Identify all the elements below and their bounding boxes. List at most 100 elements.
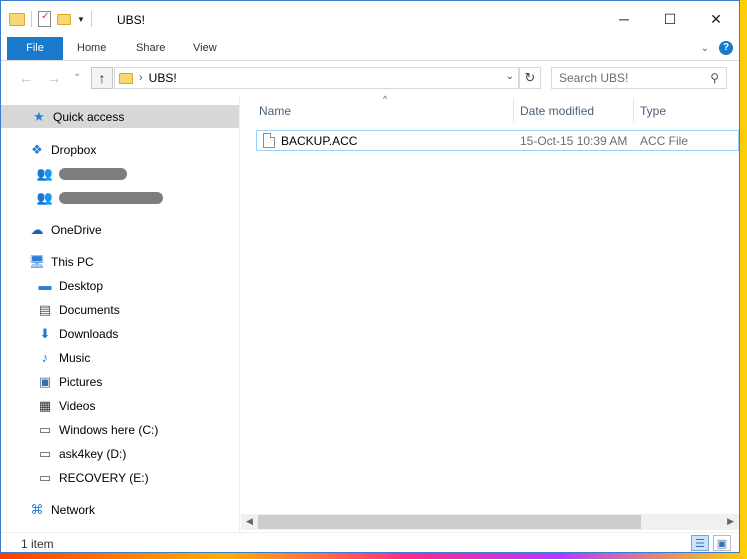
- sidebar-item-label: Pictures: [59, 374, 103, 389]
- column-header-name[interactable]: Name: [259, 104, 291, 118]
- quick-access-toolbar: ▼: [9, 11, 92, 27]
- file-name[interactable]: BACKUP.ACC: [281, 134, 521, 148]
- dropbox-icon: ❖: [31, 141, 43, 157]
- drive-icon: ▭: [38, 421, 52, 437]
- music-icon: ♪: [41, 350, 49, 365]
- recent-locations-icon[interactable]: ⌄: [73, 68, 81, 79]
- view-buttons: ☰ ▣: [691, 535, 731, 551]
- ribbon-right-controls: ⌄ ?: [701, 41, 733, 55]
- sidebar-item-label: Quick access: [53, 109, 125, 124]
- network-icon: ⌘: [30, 501, 44, 517]
- sidebar-item-this-pc[interactable]: 🖥 This PC: [1, 250, 239, 273]
- sidebar-item-quick-access[interactable]: ★ Quick access: [1, 105, 239, 128]
- sidebar-item-label: Dropbox: [51, 142, 97, 157]
- customize-toolbar-icon[interactable]: ▼: [77, 15, 85, 24]
- star-icon: ★: [33, 108, 45, 124]
- sidebar-item-label: ask4key (D:): [59, 446, 127, 461]
- sidebar-item-onedrive[interactable]: ☁ OneDrive: [1, 218, 239, 241]
- sidebar-item-label: Network: [51, 502, 96, 517]
- sidebar-item-label: Documents: [59, 302, 120, 317]
- sidebar-item-label: Videos: [59, 398, 96, 413]
- sidebar-item-shared-2[interactable]: 👥: [1, 186, 239, 209]
- sidebar-item-dropbox[interactable]: ❖ Dropbox: [1, 138, 239, 161]
- search-box[interactable]: ⚲: [551, 67, 727, 89]
- title-bar: ▼ UBS! ─ ☐ ✕: [1, 1, 739, 37]
- toolbar-separator: [90, 11, 92, 27]
- sidebar-item-label: RECOVERY (E:): [59, 470, 149, 485]
- up-arrow-icon[interactable]: ↑: [91, 67, 113, 89]
- folder-icon: [9, 12, 25, 26]
- file-icon: [263, 133, 275, 148]
- tab-view[interactable]: View: [181, 37, 229, 60]
- sidebar-item-label: OneDrive: [51, 222, 102, 237]
- sidebar-item-drive-d[interactable]: ▭ ask4key (D:): [1, 442, 239, 465]
- folder-icon: [119, 72, 133, 84]
- sidebar-item-downloads[interactable]: ⬇ Downloads: [1, 322, 239, 345]
- new-folder-icon[interactable]: [57, 13, 71, 25]
- large-icons-view-icon[interactable]: ▣: [713, 535, 731, 551]
- ribbon-tabs: File Home Share View ⌄ ?: [1, 37, 739, 61]
- column-header-date[interactable]: Date modified: [520, 104, 594, 118]
- tab-file[interactable]: File: [7, 37, 63, 60]
- sidebar-item-pictures[interactable]: ▣ Pictures: [1, 370, 239, 393]
- sidebar-item-music[interactable]: ♪ Music: [1, 346, 239, 369]
- pictures-icon: ▣: [38, 373, 52, 389]
- sort-up-icon: ^: [383, 94, 388, 104]
- sidebar-item-label: Downloads: [59, 326, 119, 341]
- horizontal-scrollbar[interactable]: ◀ ▶: [241, 514, 739, 530]
- pane-divider[interactable]: [239, 97, 240, 532]
- details-view-icon[interactable]: ☰: [691, 535, 709, 551]
- sidebar-item-desktop[interactable]: ▬ Desktop: [1, 274, 239, 297]
- back-arrow-icon[interactable]: ←: [19, 70, 33, 86]
- breadcrumb[interactable]: UBS!: [149, 71, 177, 85]
- sidebar-item-network[interactable]: ⌘ Network: [1, 498, 239, 521]
- chevron-down-icon[interactable]: ⌄: [701, 43, 709, 54]
- shared-folder-icon: 👥: [36, 189, 54, 205]
- item-count: 1 item: [21, 537, 54, 551]
- search-input[interactable]: [559, 71, 699, 85]
- column-divider[interactable]: [513, 99, 514, 123]
- sidebar-item-shared-1[interactable]: 👥: [1, 162, 239, 185]
- sidebar-item-label: Windows here (C:): [59, 422, 159, 437]
- window-title: UBS!: [117, 13, 146, 27]
- toolbar-separator: [31, 11, 32, 27]
- address-bar[interactable]: › UBS! ⌄: [114, 67, 519, 89]
- video-icon: ▦: [38, 397, 52, 413]
- close-button[interactable]: ✕: [693, 1, 739, 37]
- sidebar-item-drive-c[interactable]: ▭ Windows here (C:): [1, 418, 239, 441]
- file-type: ACC File: [640, 133, 689, 148]
- column-divider[interactable]: [633, 99, 634, 123]
- sidebar-item-drive-e[interactable]: ▭ RECOVERY (E:): [1, 466, 239, 489]
- file-explorer-window: ▼ UBS! ─ ☐ ✕ File Home Share View ⌄ ? ← …: [0, 0, 740, 553]
- breadcrumb-separator: ›: [139, 72, 143, 84]
- scroll-right-icon[interactable]: ▶: [727, 516, 734, 527]
- column-header-type[interactable]: Type: [640, 104, 666, 118]
- address-dropdown-icon[interactable]: ⌄: [506, 71, 514, 82]
- sidebar-item-label: This PC: [51, 254, 94, 269]
- column-headers: ^ Name Date modified Type: [257, 94, 739, 125]
- sidebar-item-videos[interactable]: ▦ Videos: [1, 394, 239, 417]
- document-icon: ▤: [38, 301, 52, 317]
- maximize-button[interactable]: ☐: [647, 1, 693, 37]
- tab-share[interactable]: Share: [124, 37, 177, 60]
- sidebar-item-documents[interactable]: ▤ Documents: [1, 298, 239, 321]
- redacted-label: [59, 191, 163, 204]
- desktop-icon: ▬: [38, 278, 52, 293]
- shared-folder-icon: 👥: [36, 165, 54, 181]
- refresh-icon[interactable]: ↻: [519, 67, 541, 89]
- scrollbar-thumb[interactable]: [258, 515, 641, 529]
- file-list: ^ Name Date modified Type BACKUP.ACC 15-…: [241, 94, 739, 512]
- file-date: 15-Oct-15 10:39 AM: [520, 133, 628, 148]
- drive-icon: ▭: [38, 469, 52, 485]
- drive-icon: ▭: [38, 445, 52, 461]
- help-icon[interactable]: ?: [719, 41, 733, 55]
- forward-arrow-icon[interactable]: →: [47, 70, 61, 86]
- sidebar-item-label: Music: [59, 350, 91, 365]
- status-bar: 1 item ☰ ▣: [1, 532, 739, 552]
- table-row[interactable]: BACKUP.ACC 15-Oct-15 10:39 AM ACC File: [256, 130, 739, 151]
- tab-home[interactable]: Home: [65, 37, 118, 60]
- minimize-button[interactable]: ─: [601, 1, 647, 37]
- scroll-left-icon[interactable]: ◀: [246, 516, 253, 527]
- search-icon[interactable]: ⚲: [710, 71, 719, 85]
- properties-icon[interactable]: [38, 11, 51, 27]
